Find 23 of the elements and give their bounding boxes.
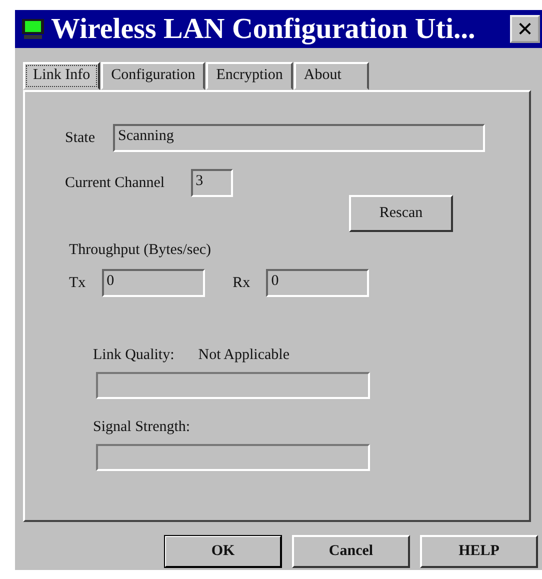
rx-field[interactable]: 0 — [266, 269, 370, 297]
tab[interactable]: Encryption — [206, 62, 293, 90]
rescan-button[interactable]: Rescan — [349, 195, 453, 232]
tab[interactable]: Link Info — [23, 62, 100, 90]
channel-field[interactable]: 3 — [190, 169, 233, 197]
dialog-button[interactable]: Cancel — [292, 535, 410, 568]
throughput-label: Throughput (Bytes/sec) — [69, 242, 212, 259]
tab[interactable]: Configuration — [101, 62, 206, 90]
window-title: Wireless LAN Configuration Uti... — [51, 12, 476, 46]
link-quality-label: Link Quality: — [93, 347, 174, 364]
link-quality-reading: Not Applicable — [198, 347, 290, 364]
state-field[interactable]: Scanning — [113, 124, 485, 152]
state-label: State — [65, 130, 95, 146]
signal-strength-label: Signal Strength: — [93, 419, 192, 436]
dialog-button[interactable]: OK — [164, 535, 282, 568]
tx-field[interactable]: 0 — [102, 269, 205, 297]
close-button[interactable]: ✕ — [510, 15, 540, 43]
channel-label: Current Channel — [65, 174, 165, 192]
tab[interactable]: About — [294, 62, 370, 90]
monitor-icon — [21, 18, 45, 40]
rx-label: Rx — [232, 274, 250, 292]
dialog-button[interactable]: HELP — [420, 535, 538, 568]
tx-label: Tx — [69, 274, 86, 292]
